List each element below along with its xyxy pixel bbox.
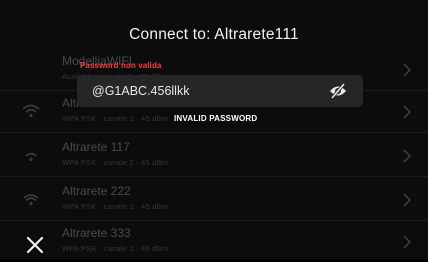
network-name: Altrarete 117: [62, 140, 130, 154]
wifi-low-icon: [25, 152, 37, 162]
network-detail: WPA PSK · canale 2 · 45 dBm: [62, 202, 169, 211]
eye-slash-icon[interactable]: [329, 83, 347, 99]
chevron-right-icon: [403, 193, 412, 207]
dialog-title: Connect to: Altrarete111: [129, 26, 299, 43]
network-name: Altrarete 222: [62, 184, 131, 198]
chevron-right-icon: [403, 149, 412, 163]
wifi-icon: [22, 104, 40, 118]
screen: ModelliaWIFI Available · canale 1 · 45 d…: [0, 0, 428, 260]
network-detail: WPA PSK · canale 2 · 45 dBm: [62, 244, 169, 253]
invalid-password-message: INVALID PASSWORD: [174, 114, 258, 123]
network-row[interactable]: Altrarete 117 WPA PSK · canale 2 · 45 dB…: [0, 136, 428, 177]
chevron-right-icon: [403, 63, 412, 77]
network-row[interactable]: Altrarete 333 WPA PSK · canale 2 · 45 dB…: [0, 222, 428, 262]
password-value[interactable]: @G1ABC.456llkk: [92, 84, 189, 98]
chevron-right-icon: [403, 235, 412, 249]
password-field[interactable]: @G1ABC.456llkk: [77, 75, 363, 107]
network-row[interactable]: Altrarete 222 WPA PSK · canale 2 · 45 dB…: [0, 180, 428, 221]
network-detail: WPA PSK · canale 2 · 45 dBm: [62, 158, 169, 167]
network-name: Altrarete 333: [62, 226, 131, 240]
wifi-medium-icon: [23, 194, 39, 206]
password-error-label: Password non valida: [80, 61, 162, 70]
chevron-right-icon: [403, 105, 412, 119]
network-detail: WPA PSK · canale 2 · 45 dBm: [62, 114, 169, 123]
close-icon[interactable]: [26, 236, 44, 254]
